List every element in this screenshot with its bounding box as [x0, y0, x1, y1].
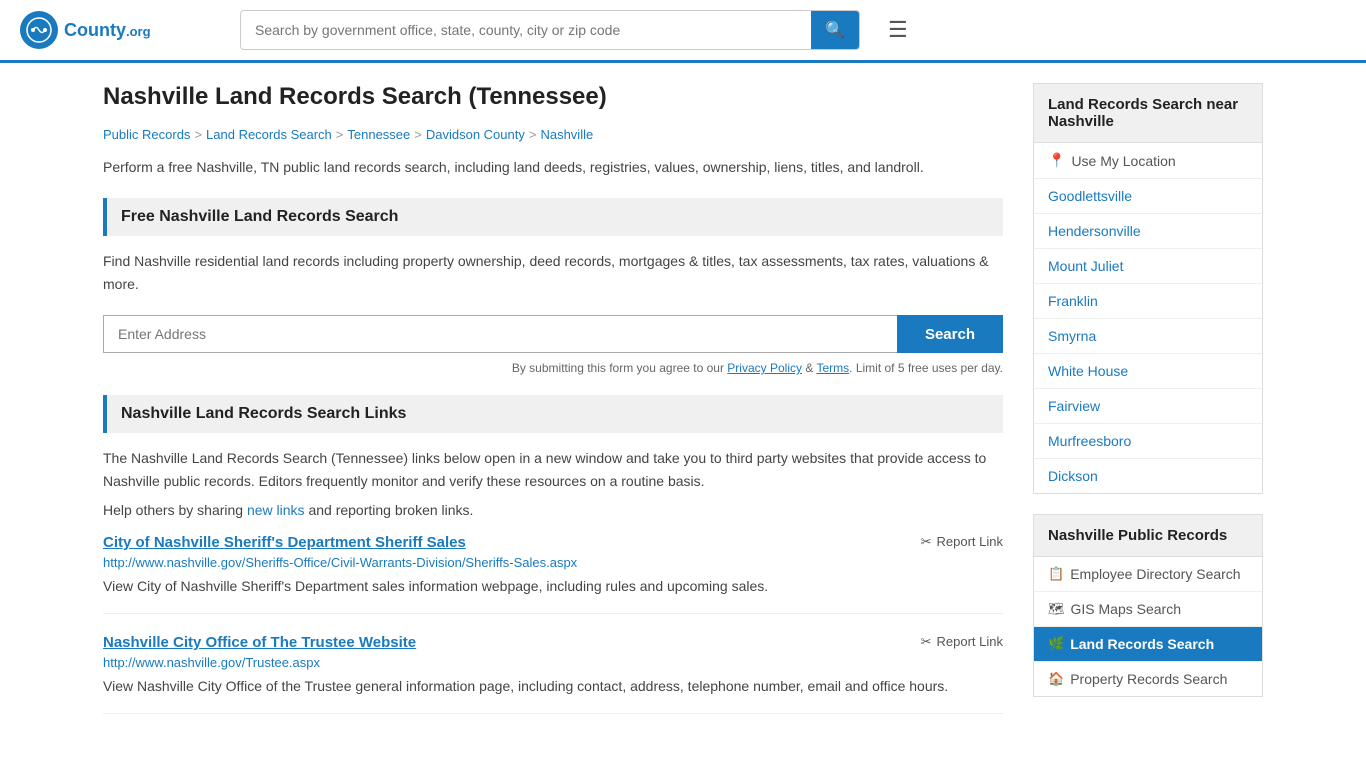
breadcrumb-sep-4: > — [529, 127, 537, 142]
report-link-button-1[interactable]: ✂ Report Link — [921, 534, 1003, 550]
employee-directory-icon: 📋 — [1048, 566, 1064, 582]
land-records-icon: 🌿 — [1048, 636, 1064, 652]
links-heading: Nashville Land Records Search Links — [103, 395, 1003, 433]
form-disclaimer: By submitting this form you agree to our… — [103, 361, 1003, 375]
record-link-title-1[interactable]: City of Nashville Sheriff's Department S… — [103, 534, 466, 551]
sidebar-employee-directory: 📋 Employee Directory Search — [1034, 557, 1262, 592]
scissors-icon-2: ✂ — [921, 634, 932, 650]
record-link-item-2: Nashville City Office of The Trustee Web… — [103, 634, 1003, 714]
sidebar-nearby-murfreesboro: Murfreesboro — [1034, 424, 1262, 459]
breadcrumb-land-records[interactable]: Land Records Search — [206, 127, 332, 142]
sidebar-gis-maps: 🗺 GIS Maps Search — [1034, 592, 1262, 627]
sidebar-use-location-item: 📍 Use My Location — [1034, 143, 1262, 179]
nearby-link-fairview[interactable]: Fairview — [1034, 389, 1262, 423]
free-search-heading: Free Nashville Land Records Search — [103, 198, 1003, 236]
sidebar-nearby-mount-juliet: Mount Juliet — [1034, 249, 1262, 284]
breadcrumb-sep-1: > — [194, 127, 202, 142]
links-description: The Nashville Land Records Search (Tenne… — [103, 447, 1003, 492]
sidebar: Land Records Search near Nashville 📍 Use… — [1033, 83, 1263, 734]
record-link-desc-2: View Nashville City Office of the Truste… — [103, 676, 1003, 697]
header-search-bar[interactable]: 🔍 — [240, 10, 860, 50]
header-search-button[interactable]: 🔍 — [811, 11, 859, 49]
sidebar-nearby-goodlettsville: Goodlettsville — [1034, 179, 1262, 214]
property-records-label: Property Records Search — [1070, 671, 1227, 687]
share-links-text: Help others by sharing new links and rep… — [103, 502, 1003, 518]
terms-link[interactable]: Terms — [816, 361, 849, 375]
sidebar-nearby-franklin: Franklin — [1034, 284, 1262, 319]
breadcrumb-nashville[interactable]: Nashville — [540, 127, 593, 142]
page-title: Nashville Land Records Search (Tennessee… — [103, 83, 1003, 111]
nearby-link-mount-juliet[interactable]: Mount Juliet — [1034, 249, 1262, 283]
property-records-icon: 🏠 — [1048, 671, 1064, 687]
sidebar-public-records-title: Nashville Public Records — [1034, 515, 1262, 557]
new-links-link[interactable]: new links — [247, 502, 305, 518]
record-link-title-2[interactable]: Nashville City Office of The Trustee Web… — [103, 634, 416, 651]
use-location-label: Use My Location — [1071, 153, 1175, 169]
sidebar-nearby-smyrna: Smyrna — [1034, 319, 1262, 354]
site-header: County.org 🔍 ☰ — [0, 0, 1366, 63]
record-link-item: City of Nashville Sheriff's Department S… — [103, 534, 1003, 614]
address-search-form: Search — [103, 315, 1003, 353]
nearby-link-white-house[interactable]: White House — [1034, 354, 1262, 388]
use-location-link[interactable]: 📍 Use My Location — [1034, 143, 1262, 178]
report-link-button-2[interactable]: ✂ Report Link — [921, 634, 1003, 650]
record-link-desc-1: View City of Nashville Sheriff's Departm… — [103, 576, 1003, 597]
address-search-button[interactable]: Search — [897, 315, 1003, 353]
land-records-label: Land Records Search — [1070, 636, 1214, 652]
nearby-link-smyrna[interactable]: Smyrna — [1034, 319, 1262, 353]
page-wrap: Nashville Land Records Search (Tennessee… — [83, 63, 1283, 754]
search-magnifier-icon: 🔍 — [825, 22, 845, 39]
gis-maps-link[interactable]: 🗺 GIS Maps Search — [1034, 592, 1262, 626]
address-input[interactable] — [103, 315, 897, 353]
sidebar-nearby-box: Land Records Search near Nashville 📍 Use… — [1033, 83, 1263, 494]
sidebar-nearby-title: Land Records Search near Nashville — [1034, 84, 1262, 143]
header-search-input[interactable] — [241, 13, 811, 47]
breadcrumb-sep-3: > — [414, 127, 422, 142]
sidebar-nearby-fairview: Fairview — [1034, 389, 1262, 424]
sidebar-nearby-hendersonville: Hendersonville — [1034, 214, 1262, 249]
nearby-link-dickson[interactable]: Dickson — [1034, 459, 1262, 493]
hamburger-icon: ☰ — [888, 17, 908, 42]
hamburger-menu-button[interactable]: ☰ — [880, 13, 916, 47]
scissors-icon-1: ✂ — [921, 534, 932, 550]
sidebar-public-records-list: 📋 Employee Directory Search 🗺 GIS Maps S… — [1034, 557, 1262, 696]
employee-directory-link[interactable]: 📋 Employee Directory Search — [1034, 557, 1262, 591]
record-link-url-1: http://www.nashville.gov/Sheriffs-Office… — [103, 555, 1003, 570]
breadcrumb-sep-2: > — [336, 127, 344, 142]
sidebar-nearby-white-house: White House — [1034, 354, 1262, 389]
breadcrumb-public-records[interactable]: Public Records — [103, 127, 190, 142]
sidebar-land-records: 🌿 Land Records Search — [1034, 627, 1262, 662]
nearby-link-franklin[interactable]: Franklin — [1034, 284, 1262, 318]
privacy-policy-link[interactable]: Privacy Policy — [727, 361, 802, 375]
record-link-header-2: Nashville City Office of The Trustee Web… — [103, 634, 1003, 651]
sidebar-property-records: 🏠 Property Records Search — [1034, 662, 1262, 696]
breadcrumb: Public Records > Land Records Search > T… — [103, 127, 1003, 142]
main-content: Nashville Land Records Search (Tennessee… — [103, 83, 1003, 734]
employee-directory-label: Employee Directory Search — [1070, 566, 1240, 582]
record-link-header: City of Nashville Sheriff's Department S… — [103, 534, 1003, 551]
sidebar-nearby-dickson: Dickson — [1034, 459, 1262, 493]
sidebar-public-records-box: Nashville Public Records 📋 Employee Dire… — [1033, 514, 1263, 697]
nearby-link-murfreesboro[interactable]: Murfreesboro — [1034, 424, 1262, 458]
free-search-desc: Find Nashville residential land records … — [103, 250, 1003, 295]
gis-maps-label: GIS Maps Search — [1071, 601, 1182, 617]
property-records-link[interactable]: 🏠 Property Records Search — [1034, 662, 1262, 696]
breadcrumb-davidson-county[interactable]: Davidson County — [426, 127, 525, 142]
land-records-link[interactable]: 🌿 Land Records Search — [1034, 627, 1262, 661]
location-pin-icon: 📍 — [1048, 152, 1065, 169]
breadcrumb-tennessee[interactable]: Tennessee — [347, 127, 410, 142]
sidebar-nearby-list: 📍 Use My Location Goodlettsville Henders… — [1034, 143, 1262, 493]
record-link-url-2: http://www.nashville.gov/Trustee.aspx — [103, 655, 1003, 670]
page-description: Perform a free Nashville, TN public land… — [103, 156, 1003, 178]
logo-text: County.org — [64, 20, 151, 40]
logo-area: County.org — [20, 11, 220, 49]
nearby-link-goodlettsville[interactable]: Goodlettsville — [1034, 179, 1262, 213]
nearby-link-hendersonville[interactable]: Hendersonville — [1034, 214, 1262, 248]
gis-maps-icon: 🗺 — [1048, 601, 1065, 617]
logo-icon — [20, 11, 58, 49]
